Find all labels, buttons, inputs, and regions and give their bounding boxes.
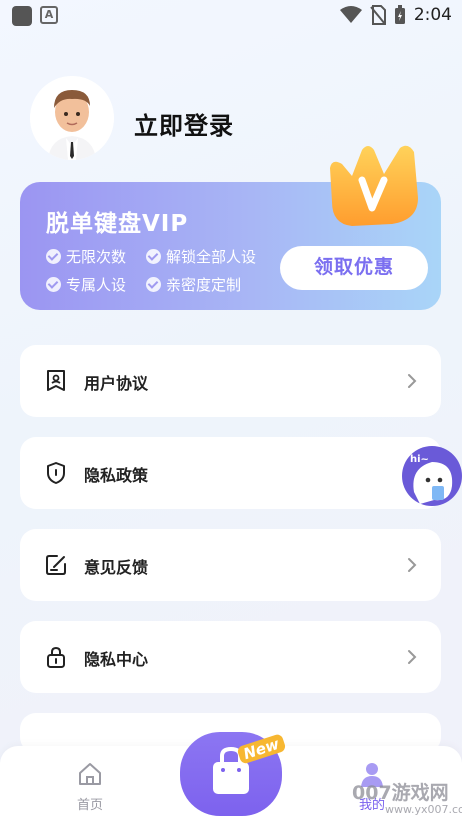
notification-icon xyxy=(12,6,32,26)
home-icon xyxy=(79,763,101,785)
check-icon xyxy=(146,277,161,292)
floating-badge-text: hi~ xyxy=(410,454,429,465)
check-icon xyxy=(46,249,61,264)
vip-feature-label: 解锁全部人设 xyxy=(166,248,257,266)
battery-icon xyxy=(394,5,405,24)
vip-feature: 亲密度定制 xyxy=(146,274,241,295)
check-icon xyxy=(46,277,61,292)
avatar-person-icon xyxy=(30,76,114,160)
chevron-right-icon xyxy=(408,374,417,388)
clock: 2:04 xyxy=(413,5,452,25)
menu-item-label: 隐私政策 xyxy=(84,466,149,485)
menu-item-label: 用户协议 xyxy=(84,374,149,393)
avatar[interactable] xyxy=(30,76,114,160)
vip-feature-label: 亲密度定制 xyxy=(166,276,242,294)
chevron-right-icon xyxy=(408,650,417,664)
status-bar: A 2:04 xyxy=(0,0,462,32)
vip-crown-icon xyxy=(330,145,418,226)
chevron-right-icon xyxy=(408,558,417,572)
claim-offer-button[interactable]: 领取优惠 xyxy=(280,246,428,290)
login-button[interactable]: 立即登录 xyxy=(134,106,234,141)
edit-feedback-icon xyxy=(46,555,66,575)
vip-title: 脱单键盘VIP xyxy=(46,211,189,237)
menu-item-privacy-policy[interactable]: 隐私政策 xyxy=(20,437,441,509)
watermark-url: www.yx007.com xyxy=(385,803,462,816)
menu-item-label: 意见反馈 xyxy=(84,558,149,577)
menu-item-feedback[interactable]: 意见反馈 xyxy=(20,529,441,601)
user-agreement-icon xyxy=(47,370,65,391)
watermark: 007游戏网 xyxy=(352,782,449,804)
menu-item-label: 隐私中心 xyxy=(84,650,149,669)
wifi-icon xyxy=(339,6,362,23)
vip-feature-label: 专属人设 xyxy=(66,276,127,294)
nav-home[interactable]: 首页 xyxy=(68,760,112,813)
app-notification-icon: A xyxy=(40,6,58,24)
shield-icon xyxy=(47,462,65,484)
vip-feature: 解锁全部人设 xyxy=(146,246,256,267)
lock-icon xyxy=(47,646,65,668)
vip-feature-label: 无限次数 xyxy=(66,248,127,266)
floating-assistant-icon[interactable]: hi~ xyxy=(398,442,462,508)
no-sim-icon xyxy=(370,5,386,25)
menu-item-privacy-center[interactable]: 隐私中心 xyxy=(20,621,441,693)
nav-home-label: 首页 xyxy=(76,798,103,813)
menu-item-user-agreement[interactable]: 用户协议 xyxy=(20,345,441,417)
vip-feature: 专属人设 xyxy=(46,274,126,295)
check-icon xyxy=(146,249,161,264)
vip-feature: 无限次数 xyxy=(46,246,126,267)
